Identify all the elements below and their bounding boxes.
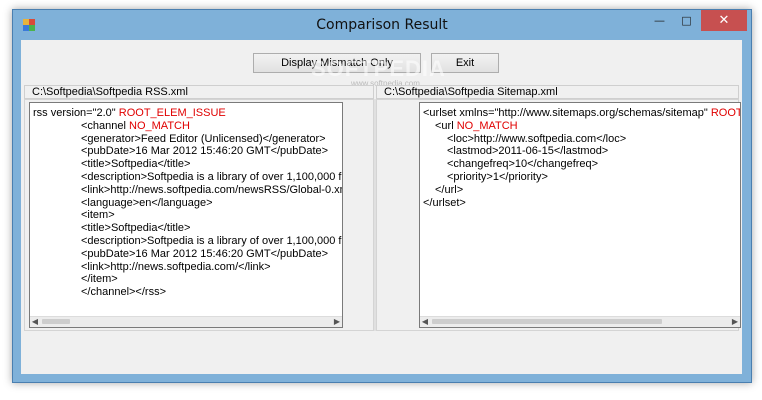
text-line: <channel NO_MATCH <box>33 120 342 133</box>
xml-text: <pubDate>16 Mar 2012 15:46:20 GMT</pubDa… <box>81 247 329 260</box>
left-horizontal-scrollbar[interactable]: ◀ ▶ <box>30 316 342 327</box>
left-text-area[interactable]: rss version="2.0" ROOT_ELEM_ISSUE <channe… <box>29 102 343 328</box>
title-bar[interactable]: Comparison Result — □ ✕ <box>13 10 751 40</box>
xml-text: <title>Softpedia</title> <box>81 222 191 235</box>
xml-text: <language>en</language> <box>81 196 213 209</box>
text-line: <link>http://news.softpedia.com/</link> <box>33 261 342 274</box>
text-line: <urlset xmlns="http://www.sitemaps.org/s… <box>423 107 740 120</box>
right-file-path: C:\Softpedia\Softpedia Sitemap.xml <box>376 85 739 99</box>
text-line: <loc>http://www.softpedia.com</loc> <box>423 133 740 146</box>
left-lines: rss version="2.0" ROOT_ELEM_ISSUE <channe… <box>33 107 342 299</box>
right-pane: <urlset xmlns="http://www.sitemaps.org/s… <box>376 99 741 331</box>
xml-text: <description>Softpedia is a library of o… <box>81 234 343 247</box>
text-line: <item> <box>33 209 342 222</box>
text-line: </urlset> <box>423 197 740 210</box>
xml-text: </channel></rss> <box>81 286 167 299</box>
window-title: Comparison Result <box>316 17 448 33</box>
text-line: <lastmod>2011-06-15</lastmod> <box>423 145 740 158</box>
text-line: <pubDate>16 Mar 2012 15:46:20 GMT</pubDa… <box>33 248 342 261</box>
xml-text: <changefreq>10</changefreq> <box>447 158 599 171</box>
left-pane: rss version="2.0" ROOT_ELEM_ISSUE <channe… <box>24 99 374 331</box>
text-line: <changefreq>10</changefreq> <box>423 158 740 171</box>
scroll-right-arrow-icon[interactable]: ▶ <box>730 316 740 327</box>
xml-text: <link>http://news.softpedia.com/</link> <box>81 260 271 273</box>
text-line: </url> <box>423 184 740 197</box>
minimize-button[interactable]: — <box>646 10 673 31</box>
xml-text: <item> <box>81 209 115 222</box>
scroll-left-arrow-icon[interactable]: ◀ <box>420 316 430 327</box>
right-horizontal-scrollbar[interactable]: ◀ ▶ <box>420 316 740 327</box>
left-file-path: C:\Softpedia\Softpedia RSS.xml <box>24 85 374 99</box>
text-line: <generator>Feed Editor (Unlicensed)</gen… <box>33 133 342 146</box>
xml-text: rss version="2.0" <box>33 107 119 119</box>
xml-text: </url> <box>435 183 464 196</box>
mismatch-flag: NO_MATCH <box>129 119 190 132</box>
mismatch-flag: NO_MATCH <box>456 119 518 132</box>
xml-text: </item> <box>81 273 118 286</box>
xml-text: <link>http://news.softpedia.com/newsRSS/… <box>81 183 343 196</box>
xml-text: <pubDate>16 Mar 2012 15:46:20 GMT</pubDa… <box>81 145 329 158</box>
text-line: </channel></rss> <box>33 286 342 299</box>
text-line: <title>Softpedia</title> <box>33 158 342 171</box>
text-line: </item> <box>33 273 342 286</box>
text-line: <url NO_MATCH <box>423 120 740 133</box>
xml-text: <generator>Feed Editor (Unlicensed)</gen… <box>81 132 326 145</box>
text-line: <language>en</language> <box>33 197 342 210</box>
text-line: <title>Softpedia</title> <box>33 222 342 235</box>
scroll-left-arrow-icon[interactable]: ◀ <box>30 316 40 327</box>
xml-text: <urlset xmlns="http://www.sitemaps.org/s… <box>423 107 711 119</box>
mismatch-flag: ROOT_ELEM_ISSUE <box>118 107 226 119</box>
left-scroll-thumb[interactable] <box>42 319 70 324</box>
text-line: <pubDate>16 Mar 2012 15:46:20 GMT</pubDa… <box>33 145 342 158</box>
right-text-area[interactable]: <urlset xmlns="http://www.sitemaps.org/s… <box>419 102 741 328</box>
close-button[interactable]: ✕ <box>701 10 747 31</box>
text-line: <priority>1</priority> <box>423 171 740 184</box>
xml-text: <priority>1</priority> <box>447 170 548 183</box>
xml-text: <loc>http://www.softpedia.com</loc> <box>447 132 627 145</box>
xml-text: <description>Softpedia is a library of o… <box>81 170 343 183</box>
mismatch-flag: ROOT <box>710 107 741 119</box>
text-line: <link>http://news.softpedia.com/newsRSS/… <box>33 184 342 197</box>
xml-text: <channel <box>81 119 130 132</box>
xml-text: </urlset> <box>423 196 466 209</box>
text-line: <description>Softpedia is a library of o… <box>33 171 342 184</box>
xml-text: <lastmod>2011-06-15</lastmod> <box>447 145 609 158</box>
text-line: <description>Softpedia is a library of o… <box>33 235 342 248</box>
maximize-button[interactable]: □ <box>673 10 700 31</box>
right-scroll-thumb[interactable] <box>432 319 662 324</box>
scroll-right-arrow-icon[interactable]: ▶ <box>332 316 342 327</box>
right-lines: <urlset xmlns="http://www.sitemaps.org/s… <box>423 107 740 209</box>
comparison-window: Comparison Result — □ ✕ Display Mismatch… <box>12 9 752 383</box>
text-line: rss version="2.0" ROOT_ELEM_ISSUE <box>33 107 342 120</box>
xml-text: <title>Softpedia</title> <box>81 158 191 171</box>
client-area: Display Mismatch Only Exit SOFTPEDIA www… <box>21 40 742 374</box>
xml-text: <url <box>435 119 457 132</box>
